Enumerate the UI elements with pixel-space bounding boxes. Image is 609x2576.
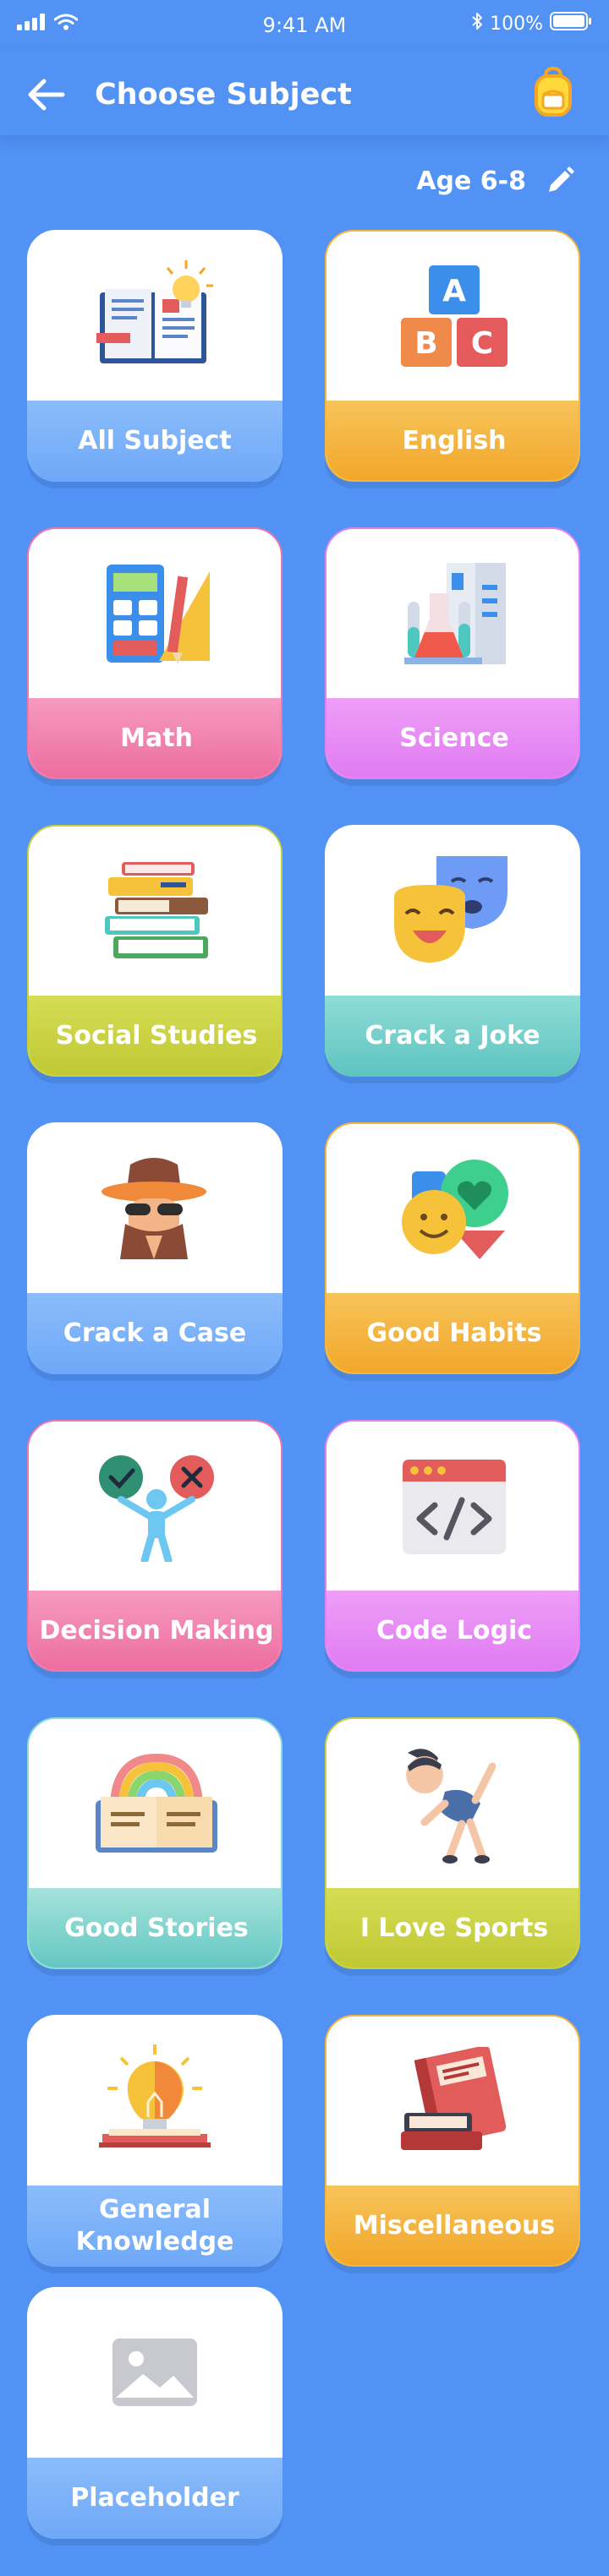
subject-label: General Knowledge (27, 2186, 283, 2267)
subject-label: Code Logic (326, 1591, 579, 1670)
age-selector[interactable]: Age 6-8 (416, 166, 575, 196)
subject-label: Social Studies (29, 996, 281, 1075)
subject-card-decision-making[interactable]: Decision Making (27, 1420, 283, 1672)
emotion-bubbles-icon (402, 1160, 508, 1259)
subject-icon-area (326, 1422, 579, 1592)
subject-card-math[interactable]: Math (27, 527, 283, 779)
subject-label: All Subject (27, 401, 283, 482)
subject-icon-area (326, 1124, 579, 1295)
subject-card-english[interactable]: A B C English (325, 230, 580, 482)
detective-icon (102, 1158, 206, 1259)
lightbulb-book-icon (99, 2044, 211, 2148)
subject-icon-area (27, 1122, 283, 1293)
subject-icon-area (29, 827, 281, 997)
battery-icon (550, 12, 592, 35)
subject-card-miscellaneous[interactable]: Miscellaneous (325, 2015, 580, 2267)
subject-label: Miscellaneous (326, 2186, 579, 2265)
subject-card-good-habits[interactable]: Good Habits (325, 1122, 580, 1374)
subject-card-code-logic[interactable]: Code Logic (325, 1420, 580, 1672)
arrow-left-icon (28, 79, 65, 111)
book-bulb-icon (96, 260, 213, 363)
subject-label: Math (29, 698, 281, 778)
backpack-button[interactable] (531, 66, 575, 118)
subject-card-placeholder[interactable]: Placeholder (27, 2287, 283, 2539)
svg-text:A: A (442, 274, 466, 308)
subject-label: Science (326, 698, 579, 778)
flask-test-tubes-icon (404, 563, 506, 664)
image-placeholder-icon (112, 2339, 197, 2406)
status-bar: 9:41 AM 100% (0, 0, 609, 51)
subject-card-good-stories[interactable]: Good Stories (27, 1717, 283, 1969)
subject-icon-area (325, 825, 580, 996)
subject-label: Crack a Case (27, 1293, 283, 1374)
subject-card-crack-a-case[interactable]: Crack a Case (27, 1122, 283, 1374)
page-title: Choose Subject (95, 78, 352, 112)
subject-card-all-subject[interactable]: All Subject (27, 230, 283, 482)
subject-label: I Love Sports (326, 1888, 579, 1967)
subject-label: Good Stories (29, 1888, 281, 1967)
subject-icon-area (29, 1422, 281, 1592)
subject-card-general-knowledge[interactable]: General Knowledge (27, 2015, 283, 2267)
subject-card-i-love-sports[interactable]: I Love Sports (325, 1717, 580, 1969)
stretching-kid-icon (406, 1749, 497, 1864)
theatre-masks-icon (394, 856, 508, 963)
subject-label: Good Habits (326, 1293, 579, 1373)
subject-card-crack-a-joke[interactable]: Crack a Joke (325, 825, 580, 1077)
books-icon (401, 2047, 507, 2150)
subject-label: Decision Making (29, 1591, 281, 1670)
subject-card-science[interactable]: Science (325, 527, 580, 779)
subject-label: Placeholder (27, 2458, 283, 2539)
age-label: Age 6-8 (416, 166, 526, 196)
person-choice-icon (99, 1455, 214, 1562)
subject-label: English (326, 401, 579, 480)
pencil-icon (549, 166, 574, 192)
subject-icon-area (29, 1719, 281, 1890)
calculator-ruler-icon (107, 565, 210, 664)
subject-icon-area (326, 1719, 579, 1890)
book-stack-icon (105, 862, 208, 958)
back-button[interactable] (24, 73, 68, 117)
svg-text:B: B (414, 326, 437, 361)
subject-icon-area (27, 230, 283, 401)
battery-percent: 100% (490, 13, 543, 35)
subject-icon-area (326, 529, 579, 700)
subject-icon-area (27, 2287, 283, 2458)
subject-card-social-studies[interactable]: Social Studies (27, 825, 283, 1077)
backpack-icon (535, 66, 572, 117)
bluetooth-icon (471, 12, 483, 35)
rainbow-book-icon (96, 1753, 217, 1853)
subject-icon-area (29, 529, 281, 700)
subject-label: Crack a Joke (325, 996, 580, 1077)
subject-icon-area (326, 2017, 579, 2187)
subject-icon-area: A B C (326, 232, 579, 402)
code-window-icon (403, 1460, 506, 1554)
app-header: Choose Subject (0, 51, 609, 135)
subject-icon-area (27, 2015, 283, 2186)
svg-text:C: C (471, 326, 493, 361)
abc-blocks-icon: A B C (401, 265, 508, 367)
